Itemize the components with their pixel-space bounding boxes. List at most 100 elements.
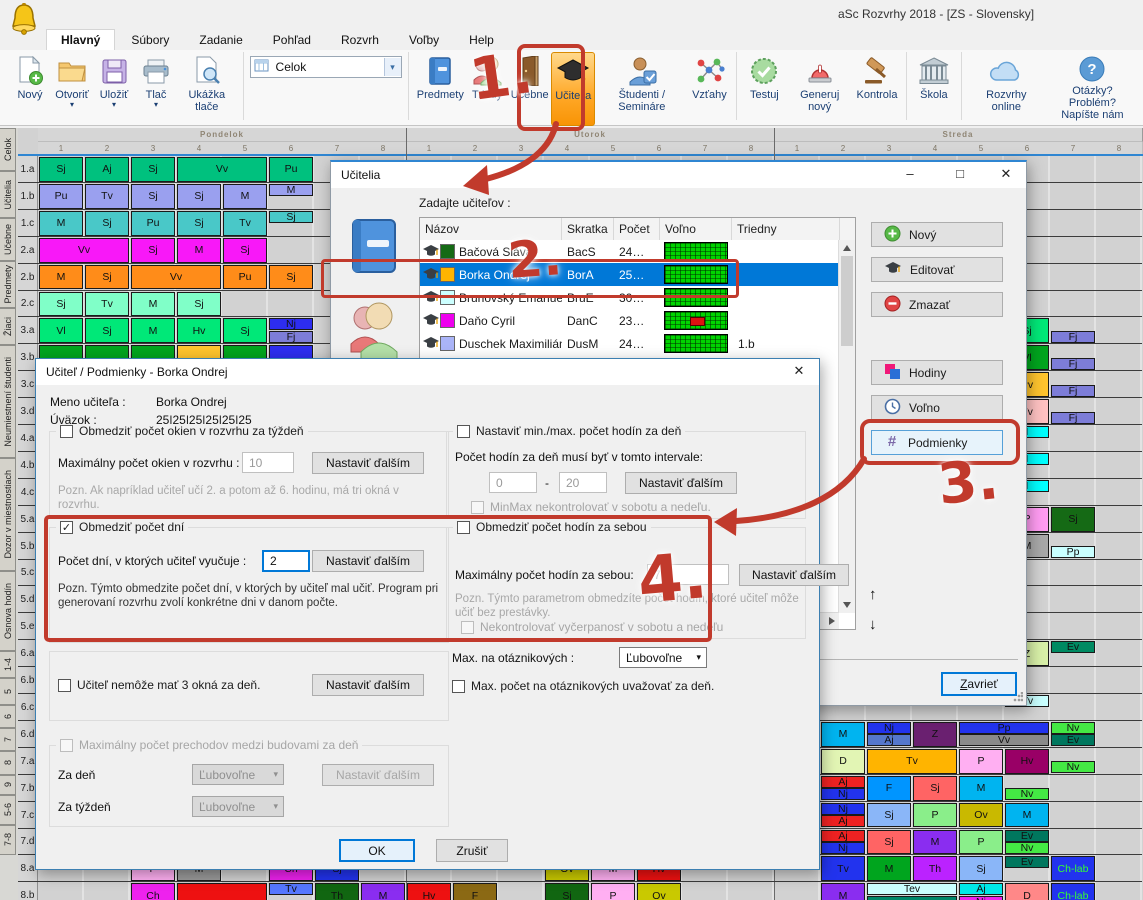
- menu-tab-s-bory[interactable]: Súbory: [117, 30, 183, 50]
- row-label-1-a[interactable]: 1.a: [18, 156, 38, 183]
- teacher-row-ba-ov-sl-va[interactable]: Bačová SlávaBacS24…: [420, 240, 839, 263]
- buildings-set-others-button[interactable]: Nastaviť ďalším: [322, 764, 434, 786]
- row-label-2-b[interactable]: 2.b: [18, 264, 38, 291]
- row-label-1-c[interactable]: 1.c: [18, 210, 38, 237]
- timetable-cell[interactable]: M: [269, 184, 313, 196]
- timetable-cell[interactable]: P: [913, 803, 957, 828]
- timetable-cell[interactable]: P: [959, 749, 1003, 774]
- resize-grip[interactable]: [1013, 692, 1023, 702]
- cancel-button[interactable]: Zrušiť: [436, 839, 508, 862]
- timetable-cell[interactable]: Pu: [39, 184, 83, 209]
- buildings-per-week-combo[interactable]: Ľubovoľne: [192, 796, 284, 817]
- nov-button[interactable]: Nový: [9, 52, 51, 124]
- timetable-cell[interactable]: M: [39, 211, 83, 236]
- timetable-cell[interactable]: M: [913, 830, 957, 855]
- timetable-cell[interactable]: Ov: [637, 883, 681, 900]
- timetable-cell[interactable]: Sj: [867, 830, 911, 855]
- timetable-cell[interactable]: F: [453, 883, 497, 900]
- menu-tab-zadanie[interactable]: Zadanie: [185, 30, 256, 50]
- app-logo-bell-icon[interactable]: [8, 2, 40, 39]
- timetable-cell[interactable]: Fj: [1051, 331, 1095, 343]
- timetable-cell[interactable]: [177, 883, 267, 900]
- timetable-cell[interactable]: Aj: [85, 157, 129, 182]
- menu-tab-vo-by[interactable]: Voľby: [395, 30, 453, 50]
- u-itelia-button[interactable]: Učitelia: [551, 52, 595, 126]
- timetable-cell[interactable]: M: [131, 318, 175, 343]
- close-icon[interactable]: [784, 363, 814, 381]
- sidebar-tab-8[interactable]: 8: [0, 751, 16, 775]
- maximize-icon[interactable]: [945, 166, 975, 184]
- timetable-cell[interactable]: Nj: [821, 842, 865, 854]
- timetable-cell[interactable]: Sj: [545, 883, 589, 900]
- ok-button[interactable]: OK: [339, 839, 415, 862]
- timetable-cell[interactable]: Tv: [85, 292, 129, 317]
- consecutive-set-others-button[interactable]: Nastaviť ďalším: [739, 564, 849, 586]
- timetable-cell[interactable]: Sj: [85, 211, 129, 236]
- column-header-vo-no[interactable]: Voľno: [660, 218, 732, 240]
- timetable-cell[interactable]: Hv: [1005, 749, 1049, 774]
- podmienky-button[interactable]: #Podmienky: [871, 430, 1003, 455]
- timetable-cell[interactable]: Aj: [821, 776, 865, 788]
- column-header-po-et[interactable]: Počet: [614, 218, 660, 240]
- timetable-cell[interactable]: Sj: [85, 318, 129, 343]
- timetable-cell[interactable]: Nv: [1005, 788, 1049, 800]
- sidebar-tab-9[interactable]: 9: [0, 775, 16, 795]
- timetable-cell[interactable]: Hv: [407, 883, 451, 900]
- timetable-cell[interactable]: Nj: [269, 318, 313, 330]
- timetable-cell[interactable]: Nj: [821, 803, 865, 815]
- timetable-cell[interactable]: Nj: [867, 722, 911, 734]
- generuj-nov-button[interactable]: Generuj nový: [785, 52, 854, 124]
- timetable-cell[interactable]: Ev: [1005, 830, 1049, 842]
- timetable-cell[interactable]: D: [821, 749, 865, 774]
- timetable-cell[interactable]: Sj: [39, 292, 83, 317]
- questionmark-combo[interactable]: Ľubovoľne: [619, 647, 707, 668]
- gaps-day-checkbox[interactable]: [58, 679, 71, 692]
- timetable-cell[interactable]: Pu: [223, 265, 267, 290]
- minmax-checkbox[interactable]: [457, 425, 470, 438]
- column-header-skratka[interactable]: Skratka: [562, 218, 614, 240]
- nov-button[interactable]: Nový: [871, 222, 1003, 247]
- row-label-2-a[interactable]: 2.a: [18, 237, 38, 264]
- timetable-cell[interactable]: Aj: [821, 830, 865, 842]
- column-header-triedny[interactable]: Triedny: [732, 218, 840, 240]
- timetable-cell[interactable]: Th: [315, 883, 359, 900]
- timetable-cell[interactable]: Th: [913, 856, 957, 881]
- sidebar-tab-u-ebne[interactable]: Učebne: [0, 218, 16, 261]
- timetable-cell[interactable]: Sj: [177, 211, 221, 236]
- consecutive-input[interactable]: 7: [647, 564, 729, 585]
- timetable-cell[interactable]: Pp: [959, 722, 1049, 734]
- timetable-cell[interactable]: Nj: [821, 788, 865, 800]
- editova-button[interactable]: Editovať: [871, 257, 1003, 282]
- timetable-cell[interactable]: Sj: [867, 803, 911, 828]
- gaps-day-set-others-button[interactable]: Nastaviť ďalším: [312, 674, 424, 696]
- timetable-cell[interactable]: Fj: [1051, 358, 1095, 370]
- sidebar-tab-7-8[interactable]: 7-8: [0, 825, 16, 855]
- consecutive-weekend-checkbox[interactable]: [461, 621, 474, 634]
- timetable-cell[interactable]: M: [131, 292, 175, 317]
- gaps-week-input[interactable]: 10: [242, 452, 294, 473]
- column-header-n-zov[interactable]: Názov: [420, 218, 562, 240]
- close-icon[interactable]: [991, 166, 1021, 184]
- timetable-cell[interactable]: M: [959, 776, 1003, 801]
- timetable-cell[interactable]: Ev: [1051, 641, 1095, 653]
- gaps-week-set-others-button[interactable]: Nastaviť ďalším: [312, 452, 424, 474]
- days-limit-input[interactable]: 2: [262, 550, 310, 572]
- row-label-8-b[interactable]: 8.b: [18, 882, 38, 900]
- timetable-cell[interactable]: Nv: [1051, 761, 1095, 773]
- row-label-2-c[interactable]: 2.c: [18, 291, 38, 318]
- timetable-cell[interactable]: Sj: [1051, 507, 1095, 532]
- sidebar-tab-6[interactable]: 6: [0, 705, 16, 728]
- timetable-cell[interactable]: M: [177, 238, 221, 263]
- close-dialog-button[interactable]: Zavrieť: [941, 672, 1017, 696]
- sidebar-tab-7[interactable]: 7: [0, 728, 16, 751]
- sidebar-tab-u-itelia[interactable]: Učitelia: [0, 171, 16, 218]
- row-label-3-a[interactable]: 3.a: [18, 317, 38, 344]
- timetable-cell[interactable]: Fj: [1051, 412, 1095, 424]
- timetable-cell[interactable]: D: [1005, 883, 1049, 900]
- timetable-cell[interactable]: [867, 896, 957, 900]
- vz-ahy-button[interactable]: Vzťahy: [688, 52, 730, 124]
- sidebar-tab-1-4[interactable]: 1-4: [0, 651, 16, 678]
- sidebar-tab-5-6[interactable]: 5-6: [0, 795, 16, 825]
- timetable-cell[interactable]: Nv: [1051, 722, 1095, 734]
- sidebar-tab-iaci[interactable]: Žiaci: [0, 308, 16, 345]
